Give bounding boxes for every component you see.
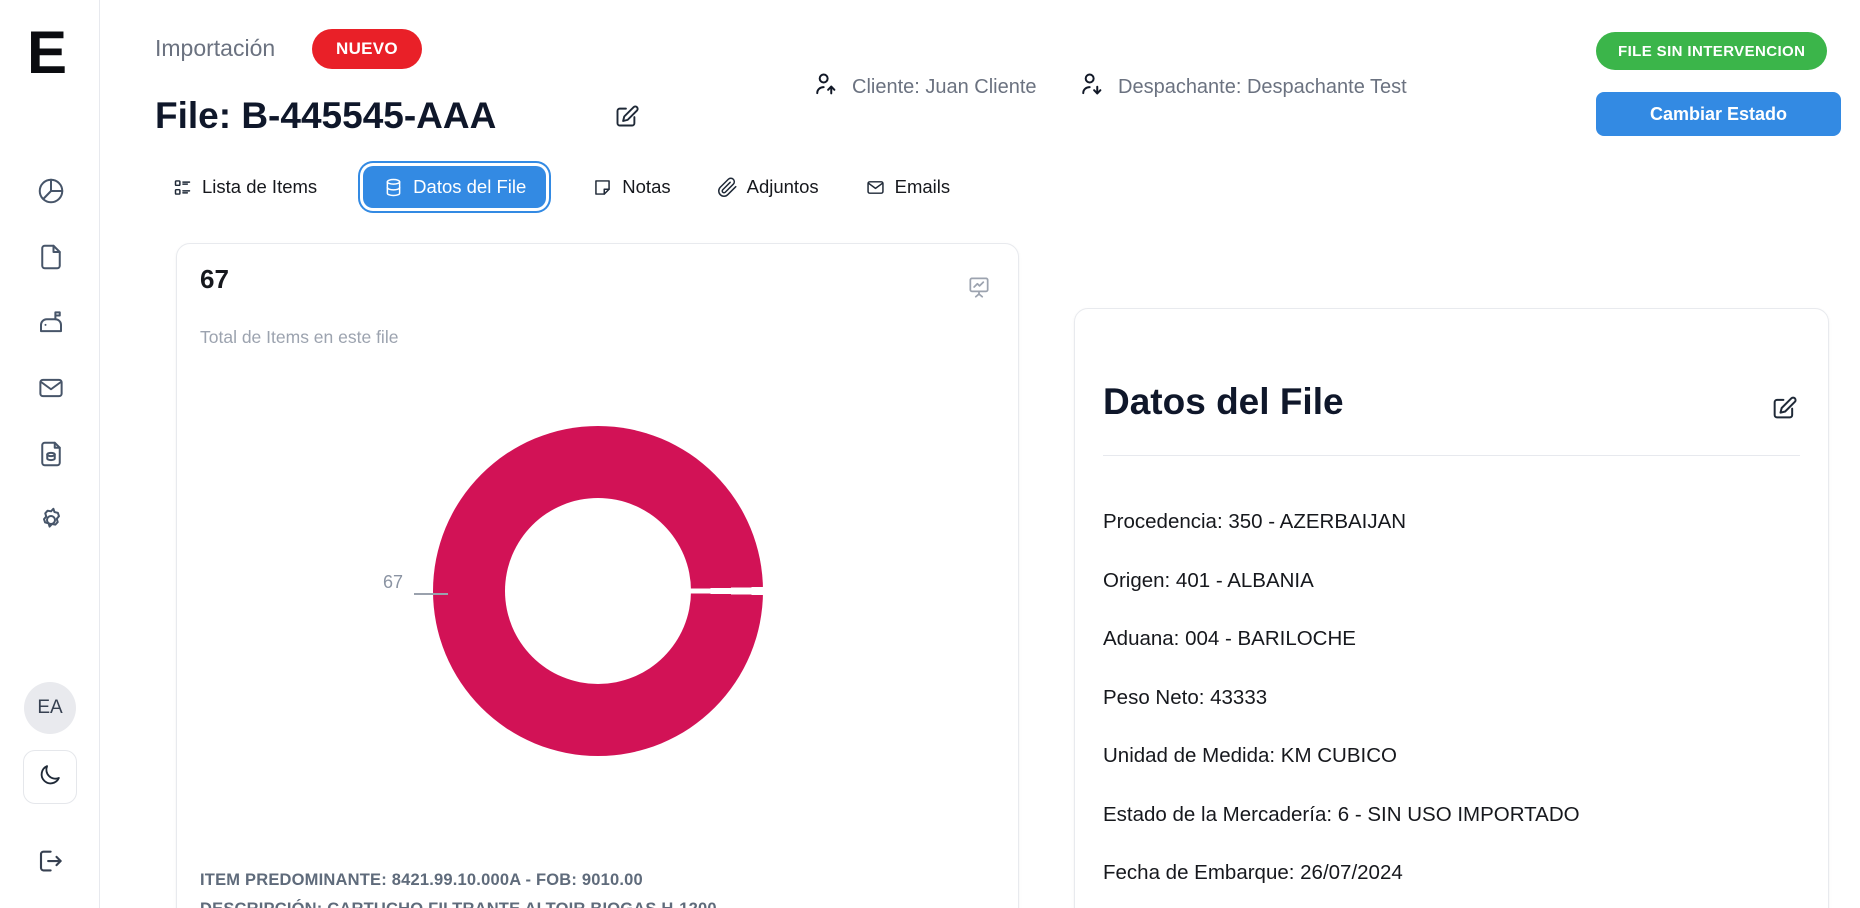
file-database-icon[interactable]	[36, 439, 66, 469]
field-origen: Origen: 401 - ALBANIA	[1103, 552, 1800, 611]
items-summary-card: 67 Total de Items en este file 67 ITEM P…	[176, 243, 1019, 908]
field-estado-mercaderia: Estado de la Mercadería: 6 - SIN USO IMP…	[1103, 786, 1800, 845]
sidebar: E EA	[0, 0, 100, 908]
tab-emails[interactable]: Emails	[865, 176, 951, 198]
app-window: E EA Importación NUEVO File	[0, 0, 1860, 908]
tab-datos-del-file[interactable]: Datos del File	[363, 166, 546, 208]
user-avatar[interactable]: EA	[24, 682, 76, 734]
broker-label: Despachante: Despachante Test	[1118, 76, 1407, 99]
mailbox-icon[interactable]	[36, 308, 66, 338]
paperclip-icon	[717, 177, 738, 198]
donut-hole	[505, 498, 691, 684]
intervention-badge: FILE SIN INTERVENCION	[1596, 32, 1827, 70]
user-up-icon	[812, 70, 840, 104]
app-logo[interactable]: E	[27, 18, 65, 87]
database-icon	[383, 177, 404, 198]
note-icon	[592, 177, 613, 198]
status-badge: NUEVO	[312, 29, 422, 69]
donut-chart[interactable]	[433, 426, 763, 756]
field-peso-neto: Peso Neto: 43333	[1103, 669, 1800, 728]
edit-file-title-icon[interactable]	[613, 103, 640, 130]
divider	[1103, 455, 1800, 456]
items-subtitle: Total de Items en este file	[200, 327, 398, 348]
field-fecha-embarque: Fecha de Embarque: 26/07/2024	[1103, 844, 1800, 903]
change-state-button[interactable]: Cambiar Estado	[1596, 92, 1841, 136]
file-data-card: Datos del File Procedencia: 350 - AZERBA…	[1074, 308, 1829, 908]
field-procedencia: Procedencia: 350 - AZERBAIJAN	[1103, 493, 1800, 552]
file-fields-list: Procedencia: 350 - AZERBAIJAN Origen: 40…	[1103, 493, 1800, 903]
file-icon[interactable]	[36, 242, 66, 272]
client-info: Cliente: Juan Cliente	[812, 70, 1037, 104]
broker-info: Despachante: Despachante Test	[1078, 70, 1407, 104]
predominant-item-stats: ITEM PREDOMINANTE: 8421.99.10.000A - FOB…	[200, 866, 717, 908]
pie-chart-icon[interactable]	[36, 176, 66, 206]
dark-mode-toggle[interactable]	[23, 750, 77, 804]
donut-leader-line	[414, 593, 448, 595]
items-total: 67	[200, 264, 229, 295]
file-card-title: Datos del File	[1103, 381, 1344, 423]
mail-icon[interactable]	[36, 373, 66, 403]
field-aduana: Aduana: 004 - BARILOCHE	[1103, 610, 1800, 669]
user-down-icon	[1078, 70, 1106, 104]
client-label: Cliente: Juan Cliente	[852, 76, 1037, 99]
monitor-chart-icon[interactable]	[966, 274, 992, 300]
page-title: File: B-445545-AAA	[155, 95, 496, 137]
moon-icon	[37, 762, 63, 793]
donut-data-label: 67	[383, 572, 403, 593]
logout-icon[interactable]	[35, 846, 65, 876]
item-description-line: DESCRIPCIÓN: CARTUCHO FILTRANTE ALTOIR B…	[200, 895, 717, 908]
gear-icon[interactable]	[36, 505, 66, 535]
tab-bar: Lista de Items Datos del File Notas Adju…	[172, 163, 950, 211]
field-unidad-medida: Unidad de Medida: KM CUBICO	[1103, 727, 1800, 786]
tab-lista-de-items[interactable]: Lista de Items	[172, 176, 317, 198]
predominant-item-line: ITEM PREDOMINANTE: 8421.99.10.000A - FOB…	[200, 866, 717, 895]
list-icon	[172, 177, 193, 198]
breadcrumb: Importación	[155, 35, 275, 62]
edit-file-data-icon[interactable]	[1770, 394, 1798, 422]
envelope-icon	[865, 177, 886, 198]
tab-adjuntos[interactable]: Adjuntos	[717, 176, 819, 198]
tab-notas[interactable]: Notas	[592, 176, 670, 198]
